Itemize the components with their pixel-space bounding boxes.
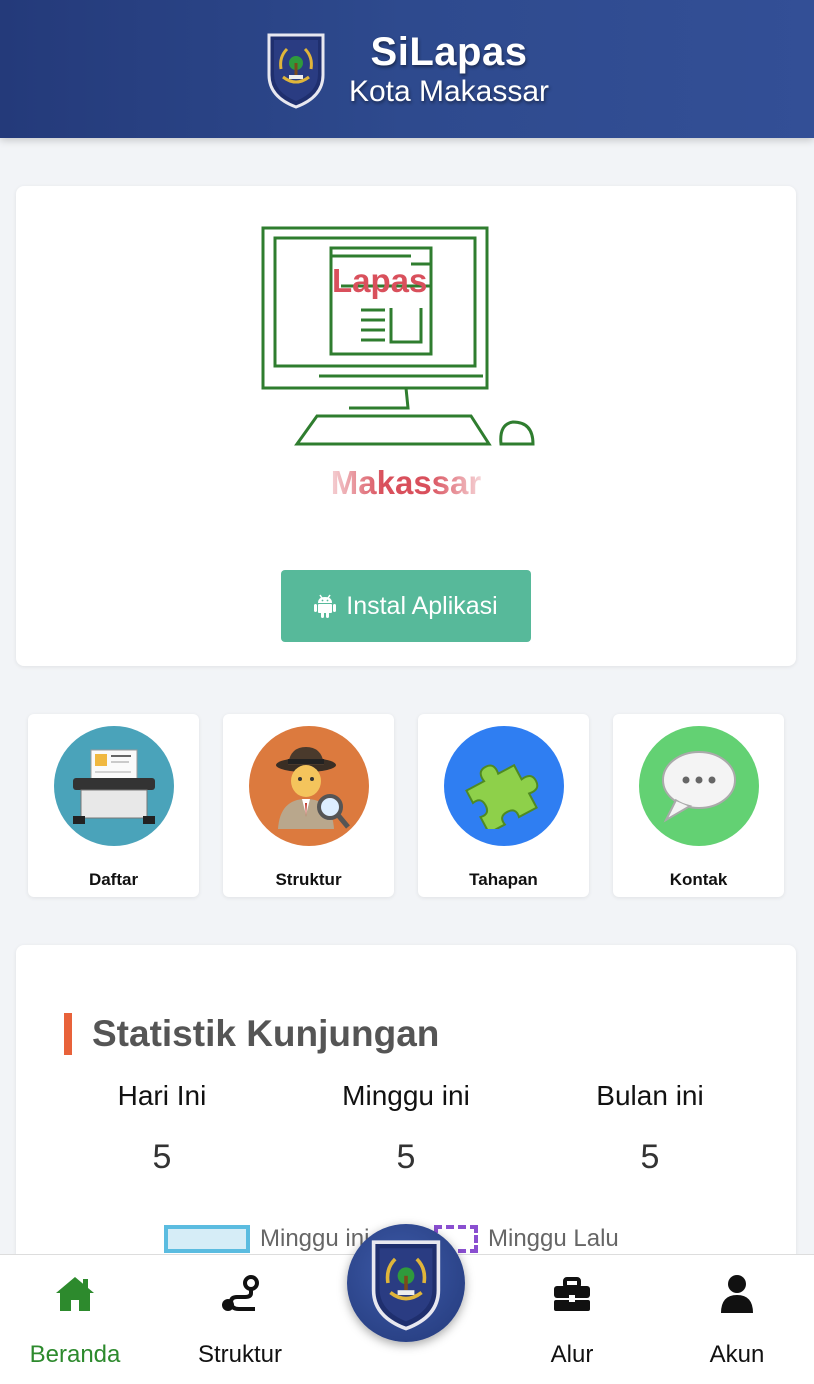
stat-value: 5 (640, 1138, 660, 1176)
stat-value: 5 (152, 1138, 172, 1176)
menu-label: Struktur (275, 870, 342, 889)
nav-center-home-button[interactable] (347, 1224, 465, 1342)
nav-label: Akun (709, 1341, 765, 1368)
menu-tile-tahapan[interactable]: Tahapan (418, 714, 589, 897)
nav-struktur[interactable]: Struktur (170, 1273, 310, 1369)
user-icon (721, 1275, 753, 1313)
route-icon (222, 1275, 259, 1311)
stats-title: Statistik Kunjungan (64, 1013, 439, 1055)
nav-label: Alur (550, 1341, 594, 1368)
legend-last-week[interactable]: Minggu Lalu (434, 1225, 619, 1253)
stat-label: Minggu ini (342, 1080, 470, 1111)
legend-label: Minggu ini (260, 1225, 370, 1252)
nav-akun[interactable]: Akun (667, 1273, 807, 1369)
puzzle-icon (443, 726, 564, 846)
printer-icon (53, 726, 174, 846)
menu-tile-daftar[interactable]: Daftar (28, 714, 199, 897)
detective-icon (248, 726, 369, 846)
menu-tile-struktur[interactable]: Struktur (223, 714, 394, 897)
kemenkumham-emblem-icon (371, 1240, 441, 1331)
menu-label: Daftar (88, 870, 139, 889)
menu-tile-kontak[interactable]: Kontak (613, 714, 784, 897)
install-label: Instal Aplikasi (346, 591, 498, 620)
stat-value: 5 (396, 1138, 416, 1176)
legend-label: Minggu Lalu (488, 1225, 619, 1252)
stat-label: Bulan ini (596, 1080, 704, 1111)
stat-label: Hari Ini (117, 1080, 207, 1111)
android-icon (314, 594, 337, 618)
legend-swatch (164, 1225, 250, 1253)
lapas-text: Lapas (332, 262, 428, 299)
home-icon (56, 1277, 94, 1311)
app-title: SiLapas (370, 30, 528, 74)
stat-month: Bulan ini 5 (530, 1080, 770, 1177)
city-text: Makassar (16, 464, 796, 502)
nav-alur[interactable]: Alur (502, 1273, 642, 1369)
nav-label: Struktur (197, 1341, 283, 1368)
nav-label: Beranda (29, 1341, 121, 1368)
app-header: SiLapas Kota Makassar (0, 0, 814, 138)
computer-illustration (261, 226, 535, 446)
menu-label: Kontak (669, 870, 728, 889)
stat-today: Hari Ini 5 (42, 1080, 282, 1177)
hero-card: Lapas Makassar Instal Aplikasi (16, 186, 796, 666)
briefcase-icon (554, 1277, 590, 1311)
app-subtitle: Kota Makassar (348, 75, 550, 108)
chat-bubble-icon (638, 726, 759, 846)
nav-beranda[interactable]: Beranda (5, 1273, 145, 1369)
legend-this-week[interactable]: Minggu ini (164, 1225, 369, 1253)
install-app-button[interactable]: Instal Aplikasi (281, 570, 531, 642)
menu-label: Tahapan (469, 870, 538, 889)
stat-week: Minggu ini 5 (286, 1080, 526, 1177)
kemenkumham-emblem-icon (267, 33, 325, 109)
